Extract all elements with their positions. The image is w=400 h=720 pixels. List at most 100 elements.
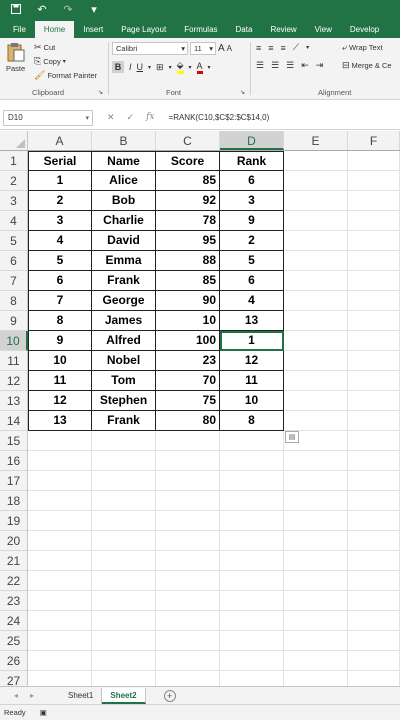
cell-b26[interactable] bbox=[92, 651, 156, 671]
cell-f23[interactable] bbox=[348, 591, 400, 611]
cell-d6[interactable]: 5 bbox=[220, 251, 284, 271]
cell-e8[interactable] bbox=[284, 291, 348, 311]
wrap-text-button[interactable]: ⤶ Wrap Text bbox=[342, 42, 383, 53]
insert-function-icon[interactable]: fx bbox=[146, 112, 154, 123]
cell-c15[interactable] bbox=[156, 431, 220, 451]
chevron-down-icon[interactable]: ▾ bbox=[169, 64, 172, 71]
row-header[interactable]: 8 bbox=[0, 291, 28, 311]
cell-c20[interactable] bbox=[156, 531, 220, 551]
fill-color-icon[interactable]: ⬙ bbox=[176, 60, 184, 74]
cell-f8[interactable] bbox=[348, 291, 400, 311]
cell-c19[interactable] bbox=[156, 511, 220, 531]
cell-b8[interactable]: George bbox=[92, 291, 156, 311]
cancel-icon[interactable]: ✕ bbox=[107, 112, 115, 123]
borders-icon[interactable]: ⊞ bbox=[156, 62, 164, 73]
cell-a14[interactable]: 13 bbox=[28, 411, 92, 431]
cell-d7[interactable]: 6 bbox=[220, 271, 284, 291]
cell-b14[interactable]: Frank bbox=[92, 411, 156, 431]
cell-a17[interactable] bbox=[28, 471, 92, 491]
cell-b5[interactable]: David bbox=[92, 231, 156, 251]
row-header[interactable]: 23 bbox=[0, 591, 28, 611]
cell-f12[interactable] bbox=[348, 371, 400, 391]
cell-d22[interactable] bbox=[220, 571, 284, 591]
cell-e21[interactable] bbox=[284, 551, 348, 571]
cell-d5[interactable]: 2 bbox=[220, 231, 284, 251]
row-header[interactable]: 18 bbox=[0, 491, 28, 511]
row-header[interactable]: 20 bbox=[0, 531, 28, 551]
align-right-icon[interactable]: ☰ bbox=[286, 60, 294, 71]
cell-e22[interactable] bbox=[284, 571, 348, 591]
cell-a4[interactable]: 3 bbox=[28, 211, 92, 231]
tab-page-layout[interactable]: Page Layout bbox=[112, 21, 175, 38]
cell-f22[interactable] bbox=[348, 571, 400, 591]
cell-a8[interactable]: 7 bbox=[28, 291, 92, 311]
tab-review[interactable]: Review bbox=[261, 21, 305, 38]
paste-button[interactable]: Paste bbox=[6, 42, 25, 73]
cell-c21[interactable] bbox=[156, 551, 220, 571]
cell-a21[interactable] bbox=[28, 551, 92, 571]
decrease-indent-icon[interactable]: ⇤ bbox=[301, 60, 309, 71]
cell-d3[interactable]: 3 bbox=[220, 191, 284, 211]
cell-f2[interactable] bbox=[348, 171, 400, 191]
cell-e26[interactable] bbox=[284, 651, 348, 671]
row-header[interactable]: 19 bbox=[0, 511, 28, 531]
cell-e7[interactable] bbox=[284, 271, 348, 291]
cell-a18[interactable] bbox=[28, 491, 92, 511]
cut-button[interactable]: ✂ Cut bbox=[34, 42, 55, 53]
cell-a12[interactable]: 11 bbox=[28, 371, 92, 391]
font-name-select[interactable]: Calibri ▾ bbox=[112, 42, 188, 55]
cell-d1[interactable]: Rank bbox=[220, 151, 284, 171]
chevron-down-icon[interactable]: ▾ bbox=[148, 64, 151, 71]
merge-center-button[interactable]: ⊟ Merge & Ce bbox=[342, 60, 392, 71]
cell-a9[interactable]: 8 bbox=[28, 311, 92, 331]
tab-insert[interactable]: Insert bbox=[74, 21, 112, 38]
cell-b6[interactable]: Emma bbox=[92, 251, 156, 271]
tab-file[interactable]: File bbox=[4, 21, 35, 38]
cell-c11[interactable]: 23 bbox=[156, 351, 220, 371]
cell-f14[interactable] bbox=[348, 411, 400, 431]
cell-a7[interactable]: 6 bbox=[28, 271, 92, 291]
cell-e19[interactable] bbox=[284, 511, 348, 531]
row-header[interactable]: 16 bbox=[0, 451, 28, 471]
quick-analysis-icon[interactable]: ▤ bbox=[285, 431, 299, 443]
cell-b11[interactable]: Nobel bbox=[92, 351, 156, 371]
row-header[interactable]: 3 bbox=[0, 191, 28, 211]
cell-e11[interactable] bbox=[284, 351, 348, 371]
cell-c10[interactable]: 100 bbox=[156, 331, 220, 351]
cell-c13[interactable]: 75 bbox=[156, 391, 220, 411]
cell-c16[interactable] bbox=[156, 451, 220, 471]
italic-button[interactable]: I bbox=[129, 62, 132, 72]
column-header-f[interactable]: F bbox=[348, 131, 400, 150]
column-header-b[interactable]: B bbox=[92, 131, 156, 150]
cell-b17[interactable] bbox=[92, 471, 156, 491]
cell-f5[interactable] bbox=[348, 231, 400, 251]
cell-f11[interactable] bbox=[348, 351, 400, 371]
cell-a2[interactable]: 1 bbox=[28, 171, 92, 191]
cell-c22[interactable] bbox=[156, 571, 220, 591]
cell-c6[interactable]: 88 bbox=[156, 251, 220, 271]
cell-a5[interactable]: 4 bbox=[28, 231, 92, 251]
cell-f25[interactable] bbox=[348, 631, 400, 651]
cell-d2[interactable]: 6 bbox=[220, 171, 284, 191]
cell-f4[interactable] bbox=[348, 211, 400, 231]
row-header[interactable]: 2 bbox=[0, 171, 28, 191]
row-header[interactable]: 15 bbox=[0, 431, 28, 451]
cell-c3[interactable]: 92 bbox=[156, 191, 220, 211]
cell-f3[interactable] bbox=[348, 191, 400, 211]
cell-a13[interactable]: 12 bbox=[28, 391, 92, 411]
cell-a3[interactable]: 2 bbox=[28, 191, 92, 211]
chevron-down-icon[interactable]: ▾ bbox=[189, 64, 192, 71]
row-header[interactable]: 5 bbox=[0, 231, 28, 251]
cell-c7[interactable]: 85 bbox=[156, 271, 220, 291]
cell-c14[interactable]: 80 bbox=[156, 411, 220, 431]
cell-a20[interactable] bbox=[28, 531, 92, 551]
cell-c12[interactable]: 70 bbox=[156, 371, 220, 391]
cell-e16[interactable] bbox=[284, 451, 348, 471]
cell-e17[interactable] bbox=[284, 471, 348, 491]
align-left-icon[interactable]: ☰ bbox=[256, 60, 264, 71]
row-header[interactable]: 13 bbox=[0, 391, 28, 411]
cell-e12[interactable] bbox=[284, 371, 348, 391]
bold-button[interactable]: B bbox=[112, 61, 124, 73]
cell-c4[interactable]: 78 bbox=[156, 211, 220, 231]
cell-b9[interactable]: James bbox=[92, 311, 156, 331]
